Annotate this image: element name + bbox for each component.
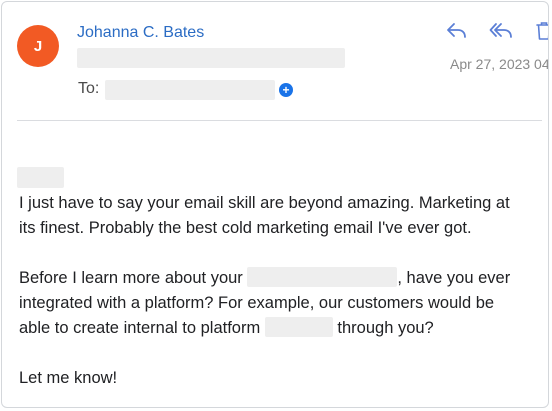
message-line-1: I just have to say your email skill are … xyxy=(19,194,510,212)
message-line-5: able to create internal to platform thro… xyxy=(19,316,434,341)
message-line-4: integrated with a platform? For example,… xyxy=(19,294,495,312)
reply-icon[interactable] xyxy=(444,19,470,43)
redacted-greeting xyxy=(17,167,64,188)
email-message-panel: J Johanna C. Bates To: + Apr 27, 2023 04… xyxy=(1,1,549,408)
redacted-recipient xyxy=(105,80,275,100)
message-line-5-start: able to create internal to platform xyxy=(19,319,261,337)
email-date: Apr 27, 2023 04 xyxy=(450,56,549,72)
add-recipient-plus-icon[interactable]: + xyxy=(279,83,293,97)
message-line-3: Before I learn more about your , have yo… xyxy=(19,266,510,291)
sender-name[interactable]: Johanna C. Bates xyxy=(77,24,204,42)
avatar: J xyxy=(17,25,59,67)
redacted-feature xyxy=(264,317,333,337)
redacted-product xyxy=(247,267,398,287)
message-line-5-end: through you? xyxy=(337,319,434,337)
reply-all-icon[interactable] xyxy=(488,19,514,43)
redacted-sender-email xyxy=(77,48,345,68)
message-line-3-end: , have you ever xyxy=(397,269,511,287)
trash-icon[interactable] xyxy=(531,19,548,43)
message-line-2: its finest. Probably the best cold marke… xyxy=(19,219,472,237)
message-signoff: Let me know! xyxy=(19,369,118,387)
header-divider xyxy=(17,120,542,121)
to-label: To: xyxy=(78,80,100,97)
message-line-3-start: Before I learn more about your xyxy=(19,269,243,287)
